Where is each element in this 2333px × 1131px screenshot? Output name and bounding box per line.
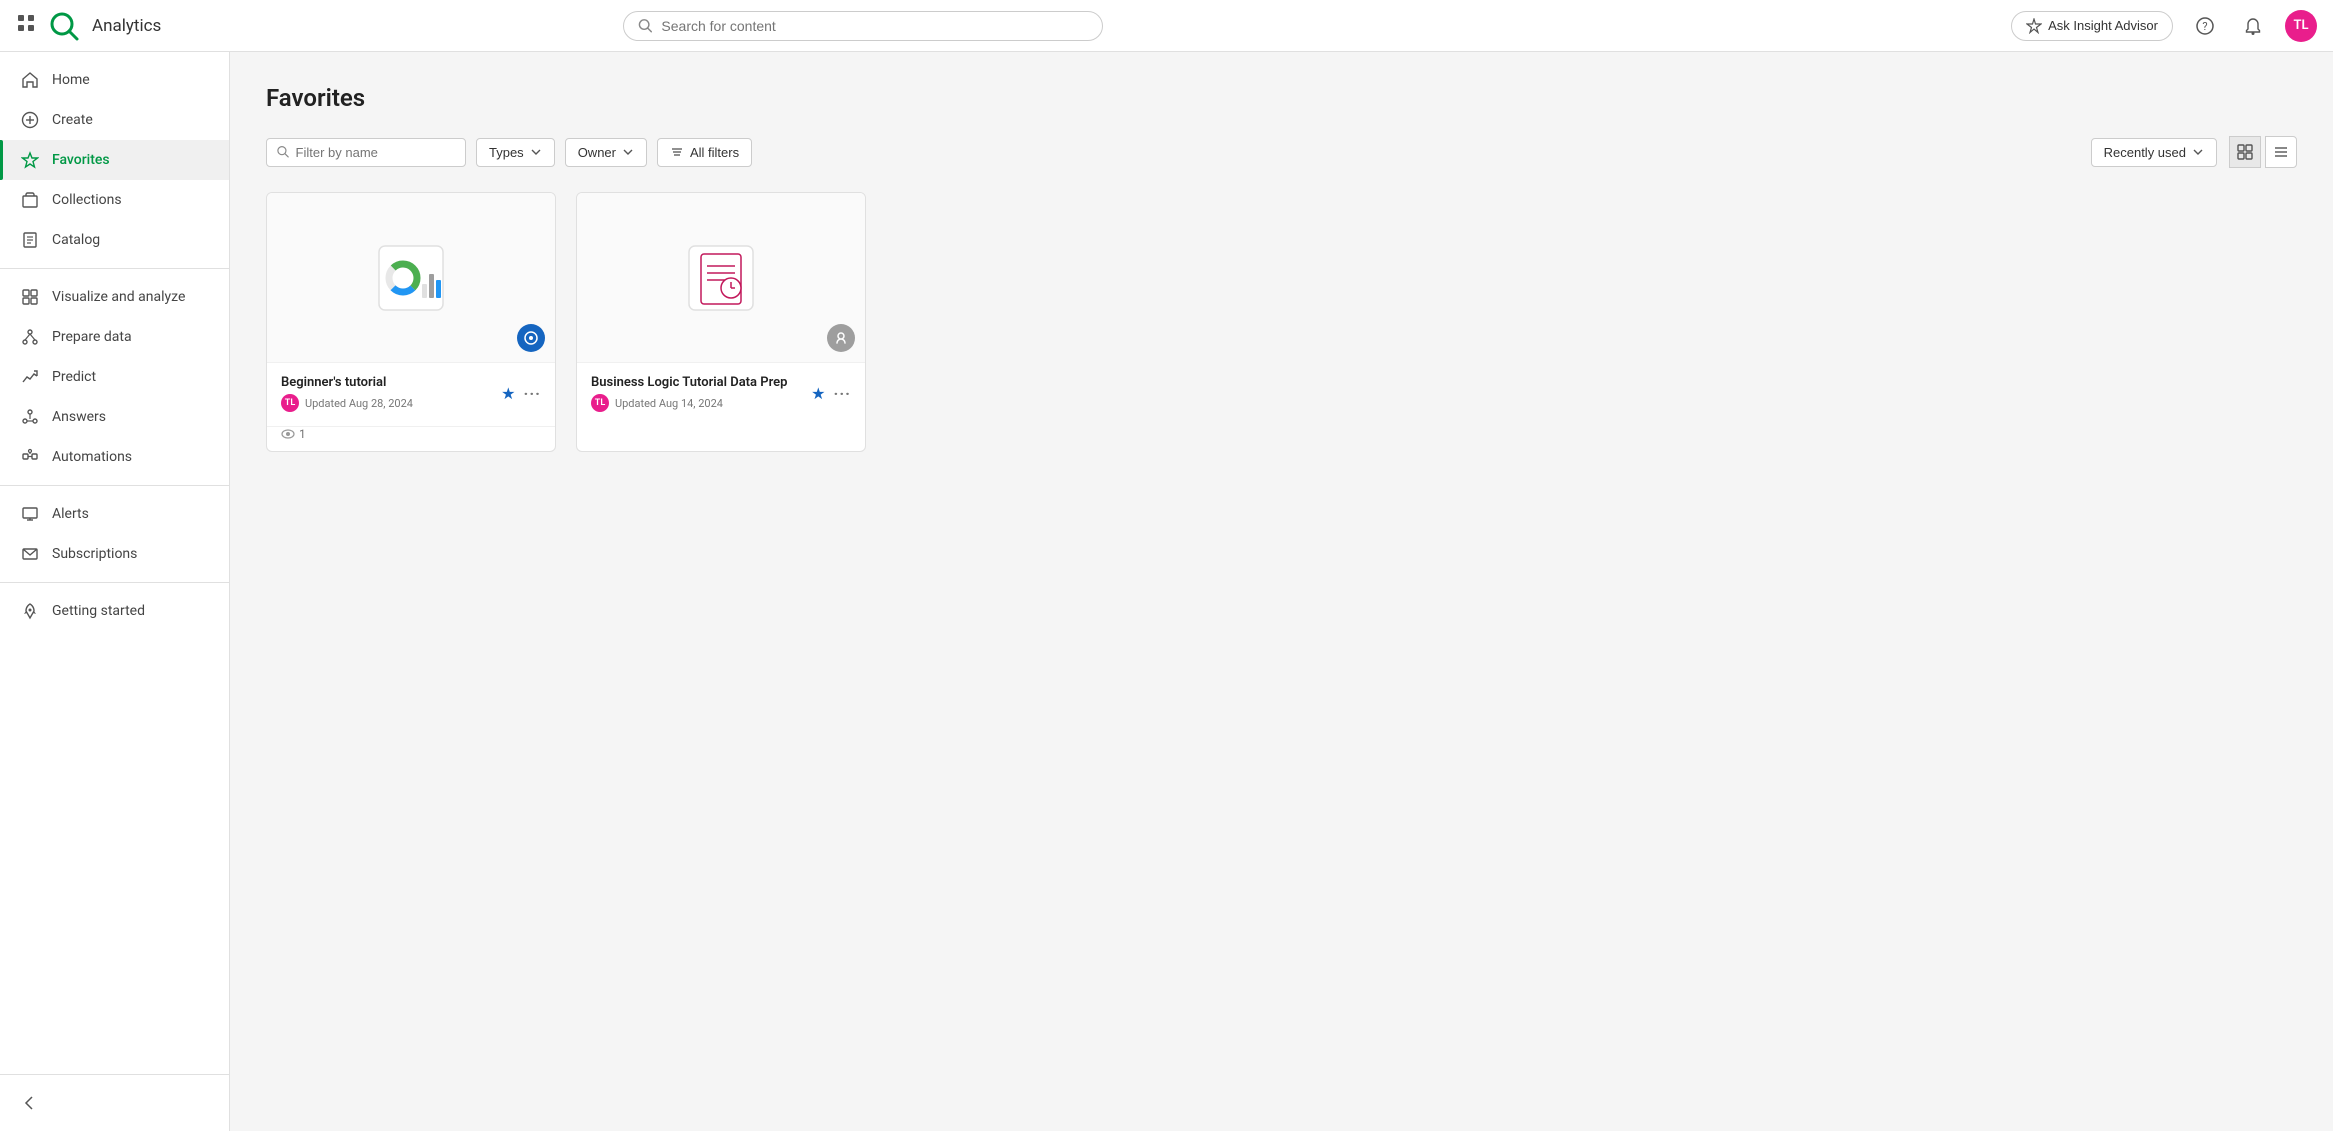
sidebar-item-automations[interactable]: Automations	[0, 437, 229, 477]
sidebar-item-alerts[interactable]: Alerts	[0, 494, 229, 534]
notifications-icon[interactable]	[2237, 10, 2269, 42]
card-footer-business: Business Logic Tutorial Data Prep TL Upd…	[577, 363, 865, 424]
sort-chevron-icon	[2192, 146, 2204, 158]
prepare-icon	[20, 327, 40, 347]
sidebar-item-home[interactable]: Home	[0, 60, 229, 100]
insight-advisor-button[interactable]: Ask Insight Advisor	[2011, 11, 2173, 41]
views-icon	[281, 427, 295, 441]
card-beginners-tutorial[interactable]: Beginner's tutorial TL Updated Aug 28, 2…	[266, 192, 556, 452]
create-icon	[20, 110, 40, 130]
cards-grid: Beginner's tutorial TL Updated Aug 28, 2…	[266, 192, 2297, 452]
subscriptions-icon	[20, 544, 40, 564]
star-button-beginners[interactable]: ★	[501, 384, 515, 403]
help-icon[interactable]: ?	[2189, 10, 2221, 42]
collapse-icon	[20, 1093, 40, 1113]
sidebar-item-favorites[interactable]: Favorites	[0, 140, 229, 180]
grid-view-button[interactable]	[2229, 136, 2261, 168]
app-type-badge	[517, 324, 545, 352]
catalog-icon	[20, 230, 40, 250]
qlik-logo	[48, 10, 80, 42]
sidebar: Home Create Favorites Collections	[0, 52, 230, 1131]
content-area: Favorites Types Owner	[230, 52, 2333, 1131]
insight-advisor-icon	[2026, 18, 2042, 34]
types-chevron-icon	[530, 146, 542, 158]
card-preview-business	[577, 193, 865, 363]
list-view-icon	[2273, 144, 2289, 160]
card-info-beginners: Beginner's tutorial TL Updated Aug 28, 2…	[281, 375, 493, 412]
app-preview-icon	[375, 242, 447, 314]
list-view-button[interactable]	[2265, 136, 2297, 168]
star-icon	[20, 150, 40, 170]
predict-icon	[20, 367, 40, 387]
card-avatar-business: TL	[591, 394, 609, 412]
card-preview-beginners	[267, 193, 555, 363]
home-icon	[20, 70, 40, 90]
data-preview-icon	[685, 242, 757, 314]
sidebar-collapse-button[interactable]	[0, 1083, 229, 1123]
sidebar-item-subscriptions[interactable]: Subscriptions	[0, 534, 229, 574]
grid-menu-icon[interactable]	[16, 13, 36, 38]
rocket-icon	[20, 601, 40, 621]
alerts-icon	[20, 504, 40, 524]
filter-search-icon	[277, 145, 290, 159]
card-footer-beginners: Beginner's tutorial TL Updated Aug 28, 2…	[267, 363, 555, 424]
sidebar-item-predict[interactable]: Predict	[0, 357, 229, 397]
automations-icon	[20, 447, 40, 467]
owner-chevron-icon	[622, 146, 634, 158]
grid-view-icon	[2237, 144, 2253, 160]
header-right: Ask Insight Advisor ? TL	[2011, 10, 2317, 42]
main-layout: Home Create Favorites Collections	[0, 52, 2333, 1131]
filter-search[interactable]	[266, 138, 466, 167]
app-name: Analytics	[92, 16, 161, 36]
card-info-business: Business Logic Tutorial Data Prep TL Upd…	[591, 375, 803, 412]
filter-name-input[interactable]	[296, 145, 455, 160]
owner-filter-button[interactable]: Owner	[565, 138, 647, 167]
header-left: Analytics	[16, 10, 161, 42]
all-filters-icon	[670, 145, 684, 159]
card-title-business: Business Logic Tutorial Data Prep	[591, 375, 803, 390]
sidebar-item-collections[interactable]: Collections	[0, 180, 229, 220]
sidebar-item-catalog[interactable]: Catalog	[0, 220, 229, 260]
card-views-beginners: 1	[267, 426, 555, 451]
svg-text:?: ?	[2202, 20, 2207, 33]
sidebar-item-prepare[interactable]: Prepare data	[0, 317, 229, 357]
all-filters-button[interactable]: All filters	[657, 138, 752, 167]
types-filter-button[interactable]: Types	[476, 138, 555, 167]
sidebar-item-create[interactable]: Create	[0, 100, 229, 140]
more-button-business[interactable]: ···	[834, 384, 851, 403]
card-title-beginners: Beginner's tutorial	[281, 375, 493, 390]
filter-bar: Types Owner All filters	[266, 136, 2297, 168]
card-meta-beginners: TL Updated Aug 28, 2024	[281, 394, 493, 412]
answers-icon	[20, 407, 40, 427]
collections-icon	[20, 190, 40, 210]
card-avatar-beginners: TL	[281, 394, 299, 412]
sidebar-item-visualize[interactable]: Visualize and analyze	[0, 277, 229, 317]
sort-button[interactable]: Recently used	[2091, 138, 2217, 167]
view-toggle: Recently used	[2091, 136, 2297, 168]
visualize-icon	[20, 287, 40, 307]
sidebar-item-answers[interactable]: Answers	[0, 397, 229, 437]
more-button-beginners[interactable]: ···	[524, 384, 541, 403]
search-bar[interactable]	[623, 11, 1103, 41]
page-title: Favorites	[266, 84, 2297, 112]
search-input[interactable]	[661, 18, 1088, 34]
card-business-logic[interactable]: Business Logic Tutorial Data Prep TL Upd…	[576, 192, 866, 452]
sidebar-item-getting-started[interactable]: Getting started	[0, 591, 229, 631]
search-icon	[638, 18, 653, 34]
star-button-business[interactable]: ★	[811, 384, 825, 403]
avatar[interactable]: TL	[2285, 10, 2317, 42]
card-meta-business: TL Updated Aug 14, 2024	[591, 394, 803, 412]
data-type-badge	[827, 324, 855, 352]
header: Analytics Ask Insight Advisor ?	[0, 0, 2333, 52]
